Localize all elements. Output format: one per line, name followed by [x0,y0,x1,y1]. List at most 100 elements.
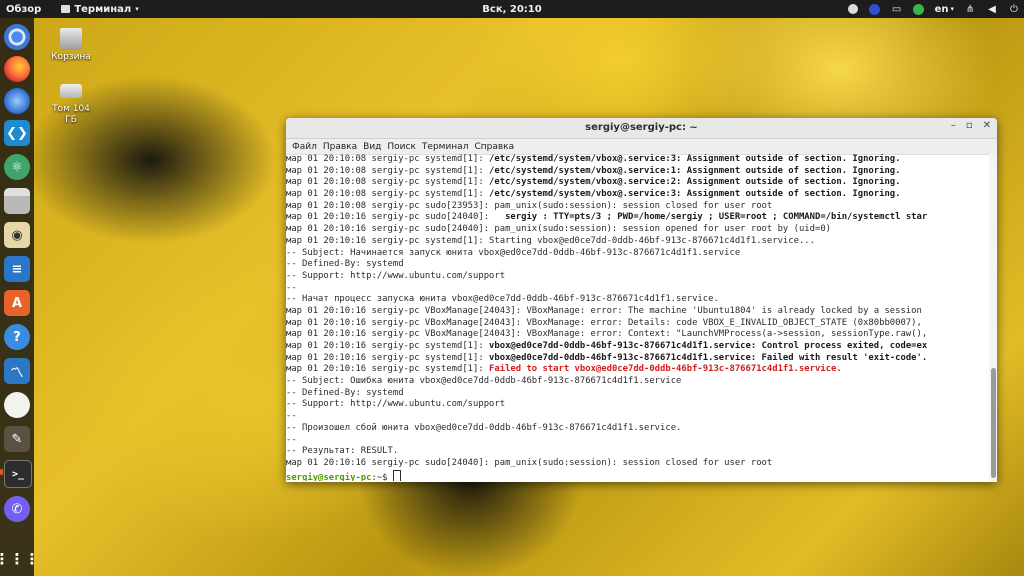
terminal-line: -- Defined-By: systemd [286,388,989,400]
terminal-line-prefix: мар 01 20:10:08 sergiy-pc systemd[1]: [286,165,490,176]
terminal-line: мар 01 20:10:16 sergiy-pc VBoxManage[240… [286,329,989,341]
appcenter-icon[interactable]: A [4,290,30,316]
scrollbar-thumb[interactable] [991,368,996,478]
menu-search[interactable]: Поиск [384,142,419,152]
terminal-line-prefix: мар 01 20:10:16 sergiy-pc systemd[1]: St… [286,235,815,246]
terminal-line: мар 01 20:10:08 sergiy-pc sudo[23953]: p… [286,201,989,213]
terminal-line-prefix: мар 01 20:10:16 sergiy-pc systemd[1]: [286,352,490,363]
terminal-line-prefix: мар 01 20:10:08 sergiy-pc systemd[1]: [286,154,490,164]
terminal-line-prefix: мар 01 20:10:08 sergiy-pc systemd[1]: [286,189,490,200]
terminal-line-message: vbox@ed0ce7dd-0ddb-46bf-913c-876671c4d1f… [489,352,928,363]
language-indicator[interactable]: en ▾ [935,3,954,15]
volume-label: Том 104 ГБ [52,104,90,125]
top-bar: Обзор Терминал ▾ Вск, 20:10 ▭ en ▾ ⋔ ◀ ⏻ [0,0,1024,18]
terminal-line: мар 01 20:10:16 sergiy-pc systemd[1]: vb… [286,353,989,365]
terminal-line: мар 01 20:10:08 sergiy-pc systemd[1]: /e… [286,166,989,178]
dock: ❮❯ ⚛ ◉ ≡ A ? 〽 ✎ >_ ✆ ⋮⋮⋮ [0,18,40,576]
terminal-line: -- Support: http://www.ubuntu.com/suppor… [286,271,989,283]
close-button[interactable]: ✕ [983,120,991,131]
terminal-line-prefix: мар 01 20:10:16 sergiy-pc VBoxManage[240… [286,329,928,340]
viber-tray-icon[interactable] [869,3,881,15]
display-icon[interactable]: ▭ [891,3,903,15]
writer-icon[interactable]: ≡ [4,256,30,282]
window-controls: – ▫ ✕ [951,120,991,131]
terminal-line-message: Failed to start vbox@ed0ce7dd-0ddb-46bf-… [489,364,842,375]
apps-grid-icon[interactable]: ⋮⋮⋮ [0,546,40,572]
trash-desktop-icon[interactable]: Корзина [49,28,93,62]
maximize-button[interactable]: ▫ [966,120,973,131]
menu-terminal[interactable]: Терминал [419,142,472,152]
active-app-indicator [0,469,3,475]
chevron-down-icon: ▾ [135,5,139,13]
terminal-line: -- [286,283,989,295]
terminal-line-prefix: -- Support: http://www.ubuntu.com/suppor… [286,399,506,410]
egg-icon[interactable] [4,392,30,418]
terminal-scrollbar[interactable] [989,154,997,482]
terminal-line: мар 01 20:10:16 sergiy-pc systemd[1]: vb… [286,341,989,353]
terminal-line: мар 01 20:10:16 sergiy-pc sudo[24040]: p… [286,224,989,236]
terminal-titlebar[interactable]: sergiy@sergiy-pc: ~ – ▫ ✕ [286,118,997,139]
viber-icon[interactable]: ✆ [4,496,30,522]
check-green-icon[interactable] [913,3,925,15]
terminal-line: -- [286,435,989,447]
terminal-line: мар 01 20:10:16 sergiy-pc systemd[1]: Fa… [286,364,989,376]
volume-icon[interactable]: ◀ [986,3,998,15]
terminal-line: -- Начат процесс запуска юнита vbox@ed0c… [286,294,989,306]
gimp-icon[interactable]: ✎ [4,426,30,452]
terminal-line-message: vbox@ed0ce7dd-0ddb-46bf-913c-876671c4d1f… [489,341,928,351]
atom-icon[interactable]: ⚛ [4,154,30,180]
terminal-window[interactable]: sergiy@sergiy-pc: ~ – ▫ ✕ Файл Правка Ви… [286,118,997,482]
text-cursor [392,469,401,482]
activities-button[interactable]: Обзор [0,4,47,15]
terminal-line-prefix: мар 01 20:10:16 sergiy-pc systemd[1]: [286,341,490,351]
menu-view[interactable]: Вид [360,142,384,152]
terminal-line-prefix: -- Defined-By: systemd [286,387,404,398]
terminal-line: -- Subject: Ошибка юнита vbox@ed0ce7dd-0… [286,376,989,388]
terminal-line-prefix: -- [286,282,297,293]
trash-icon [60,28,82,50]
menu-help[interactable]: Справка [471,142,517,152]
language-label: en [934,3,949,15]
terminal-line: мар 01 20:10:08 sergiy-pc systemd[1]: /e… [286,154,989,166]
terminal-title: sergiy@sergiy-pc: ~ [585,122,698,133]
terminal-line: мар 01 20:10:16 sergiy-pc systemd[1]: St… [286,236,989,248]
drive-icon [60,84,82,98]
terminal-line-message: /etc/systemd/system/vbox@.service:1: Ass… [489,165,901,176]
activities-label: Обзор [6,3,42,15]
files-icon[interactable] [4,188,30,214]
monitor-icon[interactable]: 〽 [4,358,30,384]
terminal-line-message: /etc/systemd/system/vbox@.service:3: Ass… [489,154,901,164]
app-menu-button[interactable]: Терминал ▾ [55,4,144,15]
terminal-line-prefix: -- Результат: RESULT. [286,446,399,457]
prompt-line[interactable]: sergiy@sergiy-pc:~$ [286,469,989,482]
trash-label: Корзина [51,52,91,62]
network-icon[interactable]: ⋔ [964,3,976,15]
rhythmbox-icon[interactable]: ◉ [4,222,30,248]
terminal-line-prefix: -- Subject: Начинается запуск юнита vbox… [286,247,741,258]
terminal-line: -- Support: http://www.ubuntu.com/suppor… [286,399,989,411]
skype-icon[interactable] [847,3,859,15]
firefox-icon[interactable] [4,56,30,82]
terminal-line-prefix: -- [286,434,297,445]
terminal-line-prefix: мар 01 20:10:08 sergiy-pc sudo[23953]: p… [286,200,773,211]
menu-edit[interactable]: Правка [320,142,360,152]
volume-desktop-icon[interactable]: Том 104 ГБ [49,80,93,126]
terminal-line: мар 01 20:10:16 sergiy-pc sudo[24040]: p… [286,458,989,470]
power-icon[interactable]: ⏻ [1008,3,1020,15]
clock[interactable]: Вск, 20:10 [482,4,541,15]
terminal-line-prefix: мар 01 20:10:08 sergiy-pc systemd[1]: [286,177,490,188]
terminal-line-prefix: -- Support: http://www.ubuntu.com/suppor… [286,270,506,281]
minimize-button[interactable]: – [951,120,956,131]
terminal-line: мар 01 20:10:16 sergiy-pc VBoxManage[240… [286,306,989,318]
terminal-line: -- Defined-By: systemd [286,259,989,271]
chromium-icon[interactable] [4,24,30,50]
terminal-icon[interactable]: >_ [4,460,32,488]
help-icon[interactable]: ? [4,324,30,350]
vscode-icon[interactable]: ❮❯ [4,120,30,146]
terminal-output[interactable]: мар 01 20:10:08 sergiy-pc systemd[1]: /e… [286,154,989,482]
menu-file[interactable]: Файл [289,142,320,152]
terminal-line-prefix: -- Начат процесс запуска юнита vbox@ed0c… [286,294,719,305]
terminal-line: мар 01 20:10:08 sergiy-pc systemd[1]: /e… [286,189,989,201]
terminal-line-prefix: -- [286,411,297,422]
thunderbird-icon[interactable] [4,88,30,114]
